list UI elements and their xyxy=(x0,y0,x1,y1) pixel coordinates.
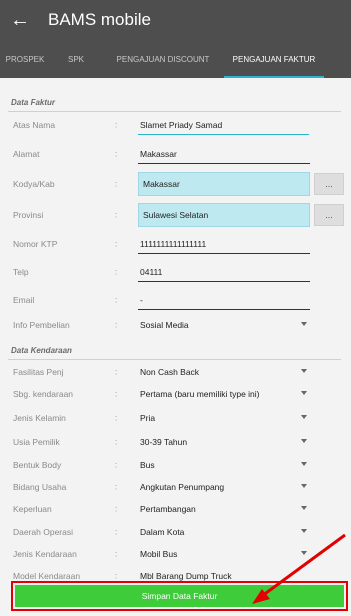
row-kodya: Kodya/Kab : Makassar ... xyxy=(0,171,351,197)
fasilitas-select[interactable]: Non Cash Back xyxy=(138,362,313,382)
label-kodya: Kodya/Kab xyxy=(13,179,55,189)
bidang-usaha-value: Angkutan Penumpang xyxy=(140,482,225,492)
colon: : xyxy=(115,179,118,189)
section-title-faktur: Data Faktur xyxy=(11,98,56,107)
label-info-pembelian: Info Pembelian xyxy=(13,320,70,330)
label-telp: Telp xyxy=(13,267,29,277)
app-title: BAMS mobile xyxy=(48,10,151,29)
colon: : xyxy=(115,239,118,249)
jenis-kelamin-value: Pria xyxy=(140,413,156,423)
row-info-pembelian: Info Pembelian : Sosial Media xyxy=(0,312,351,338)
atas-nama-input[interactable]: Slamet Priady Samad xyxy=(138,115,309,135)
info-pembelian-select[interactable]: Sosial Media xyxy=(138,315,313,335)
label-email: Email xyxy=(13,295,35,305)
section-title-kendaraan: Data Kendaraan xyxy=(11,346,72,355)
telp-input[interactable]: 04111 xyxy=(138,262,310,282)
dropdown-arrow-icon xyxy=(301,484,307,488)
colon: : xyxy=(115,320,118,330)
label-ktp: Nomor KTP xyxy=(13,239,58,249)
sbg-kendaraan-value: Pertama (baru memiliki type ini) xyxy=(140,389,260,399)
colon: : xyxy=(115,482,118,492)
row-email: Email : - xyxy=(0,287,351,313)
dropdown-arrow-icon xyxy=(301,322,307,326)
keperluan-value: Pertambangan xyxy=(140,504,196,514)
dropdown-arrow-icon xyxy=(301,529,307,533)
colon: : xyxy=(115,437,118,447)
label-provinsi: Provinsi xyxy=(13,210,44,220)
info-pembelian-value: Sosial Media xyxy=(140,320,189,330)
save-button[interactable]: Simpan Data Faktur xyxy=(15,585,344,607)
colon: : xyxy=(115,413,118,423)
row-alamat: Alamat : Makassar xyxy=(0,141,351,167)
form-content: Data Faktur Atas Nama : Slamet Priady Sa… xyxy=(0,78,351,616)
dropdown-arrow-icon xyxy=(301,551,307,555)
row-jenis-kelamin: Jenis Kelamin : Pria xyxy=(0,405,351,431)
tab-pengajuan-discount[interactable]: PENGAJUAN DISCOUNT xyxy=(102,40,224,78)
label-sbg-kendaraan: Sbg. kendaraan xyxy=(13,389,74,399)
dropdown-arrow-icon xyxy=(301,439,307,443)
colon: : xyxy=(115,210,118,220)
colon: : xyxy=(115,460,118,470)
label-usia-pemilik: Usia Pemilik xyxy=(13,437,60,447)
row-ktp: Nomor KTP : 1111111111111111 xyxy=(0,231,351,257)
keperluan-select[interactable]: Pertambangan xyxy=(138,499,313,519)
kodya-lookup-button[interactable]: ... xyxy=(314,173,344,195)
tab-bar: PROSPEK SPK PENGAJUAN DISCOUNT PENGAJUAN… xyxy=(0,40,351,78)
colon: : xyxy=(115,295,118,305)
provinsi-field[interactable]: Sulawesi Selatan xyxy=(138,203,310,227)
jenis-kelamin-select[interactable]: Pria xyxy=(138,408,313,428)
label-fasilitas: Fasilitas Penj xyxy=(13,367,64,377)
colon: : xyxy=(115,120,118,130)
row-sbg-kendaraan: Sbg. kendaraan : Pertama (baru memiliki … xyxy=(0,381,351,407)
jenis-kendaraan-select[interactable]: Mobil Bus xyxy=(138,544,313,564)
save-button-highlight: Simpan Data Faktur xyxy=(11,581,348,611)
label-model-kendaraan: Model Kendaraan xyxy=(13,571,81,581)
colon: : xyxy=(115,389,118,399)
sbg-kendaraan-select[interactable]: Pertama (baru memiliki type ini) xyxy=(138,384,313,404)
email-input[interactable]: - xyxy=(138,290,310,310)
daerah-operasi-value: Dalam Kota xyxy=(140,527,185,537)
jenis-kendaraan-value: Mobil Bus xyxy=(140,549,178,559)
colon: : xyxy=(115,267,118,277)
tab-pengajuan-faktur[interactable]: PENGAJUAN FAKTUR xyxy=(224,40,324,78)
row-provinsi: Provinsi : Sulawesi Selatan ... xyxy=(0,202,351,228)
app-bar: ← BAMS mobile xyxy=(0,0,351,40)
kodya-field[interactable]: Makassar xyxy=(138,172,310,196)
label-jenis-kelamin: Jenis Kelamin xyxy=(13,413,66,423)
row-atas-nama: Atas Nama : Slamet Priady Samad xyxy=(0,112,351,138)
back-arrow-icon[interactable]: ← xyxy=(0,0,40,40)
colon: : xyxy=(115,149,118,159)
tab-spk[interactable]: SPK xyxy=(50,40,102,78)
row-telp: Telp : 04111 xyxy=(0,259,351,285)
label-bentuk-body: Bentuk Body xyxy=(13,460,62,470)
label-bidang-usaha: Bidang Usaha xyxy=(13,482,67,492)
usia-pemilik-value: 30-39 Tahun xyxy=(140,437,188,447)
label-alamat: Alamat xyxy=(13,149,40,159)
bentuk-body-value: Bus xyxy=(140,460,155,470)
label-jenis-kendaraan: Jenis Kendaraan xyxy=(13,549,77,559)
dropdown-arrow-icon xyxy=(301,506,307,510)
bidang-usaha-select[interactable]: Angkutan Penumpang xyxy=(138,477,313,497)
dropdown-arrow-icon xyxy=(301,369,307,373)
fasilitas-value: Non Cash Back xyxy=(140,367,200,377)
colon: : xyxy=(115,527,118,537)
tab-prospek[interactable]: PROSPEK xyxy=(0,40,50,78)
dropdown-arrow-icon xyxy=(301,415,307,419)
colon: : xyxy=(115,367,118,377)
dropdown-arrow-icon xyxy=(301,391,307,395)
label-daerah-operasi: Daerah Operasi xyxy=(13,527,74,537)
colon: : xyxy=(115,571,118,581)
colon: : xyxy=(115,504,118,514)
ktp-input[interactable]: 1111111111111111 xyxy=(138,234,310,254)
bentuk-body-select[interactable]: Bus xyxy=(138,455,313,475)
colon: : xyxy=(115,549,118,559)
model-kendaraan-value: Mbl Barang Dump Truck xyxy=(140,571,232,581)
provinsi-lookup-button[interactable]: ... xyxy=(314,204,344,226)
alamat-input[interactable]: Makassar xyxy=(138,144,310,164)
label-keperluan: Keperluan xyxy=(13,504,52,514)
label-atas-nama: Atas Nama xyxy=(13,120,56,130)
dropdown-arrow-icon xyxy=(301,462,307,466)
usia-pemilik-select[interactable]: 30-39 Tahun xyxy=(138,432,313,452)
daerah-operasi-select[interactable]: Dalam Kota xyxy=(138,522,313,542)
